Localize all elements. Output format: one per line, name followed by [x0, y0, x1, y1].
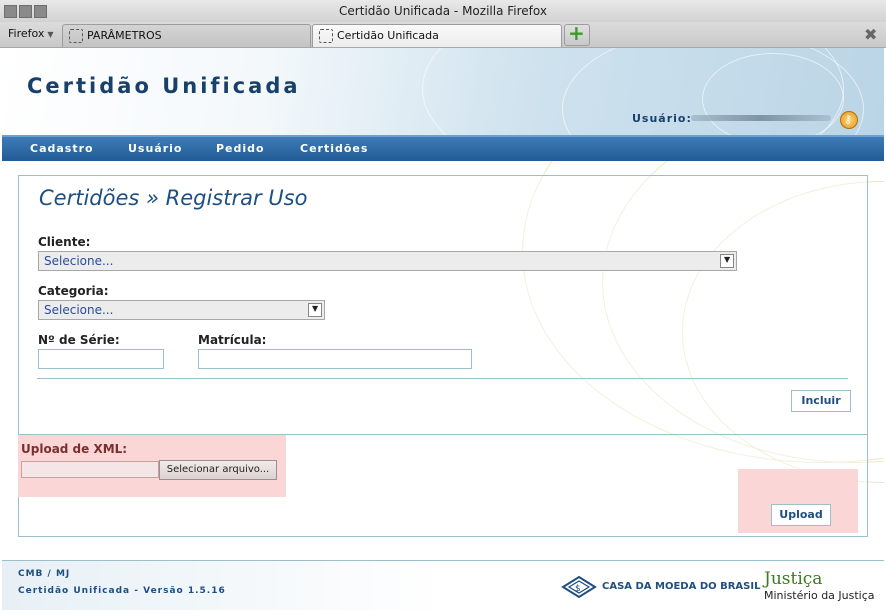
matricula-label: Matrícula: — [198, 333, 267, 347]
cmb-logo-icon: $ — [561, 575, 597, 599]
firefox-menu-button[interactable]: Firefox ▼ — [2, 24, 60, 44]
justica-logo-text: Justiça — [764, 569, 823, 589]
incluir-button[interactable]: Incluir — [791, 390, 851, 412]
upload-button[interactable]: Upload — [771, 504, 831, 526]
footer-org: CMB / MJ — [18, 569, 71, 579]
username-redacted — [691, 115, 831, 121]
plus-icon: + — [568, 21, 585, 45]
decor-wave — [702, 53, 844, 135]
nav-item-certidoes[interactable]: Certidões — [300, 142, 368, 155]
cliente-select[interactable]: Selecione... ▼ — [38, 251, 737, 271]
cliente-label: Cliente: — [38, 235, 91, 249]
nav-item-cadastro[interactable]: Cadastro — [30, 142, 94, 155]
file-path-input[interactable] — [21, 461, 159, 478]
new-tab-button[interactable]: + — [564, 21, 590, 46]
key-icon[interactable]: ⚷ — [840, 111, 858, 129]
nav-item-pedido[interactable]: Pedido — [216, 142, 265, 155]
cmb-name: CASA DA MOEDA DO BRASIL — [602, 581, 761, 592]
dropdown-arrow-icon: ▼ — [308, 303, 322, 317]
footer-version: Certidão Unificada - Versão 1.5.16 — [18, 586, 226, 596]
svg-text:$: $ — [575, 584, 581, 594]
main-nav: Cadastro Usuário Pedido Certidões — [2, 135, 884, 162]
site-title: Certidão Unificada — [27, 74, 301, 98]
matricula-input[interactable] — [198, 349, 472, 369]
tab-certidao-unificada[interactable]: Certidão Unificada — [312, 24, 562, 47]
window-titlebar: Certidão Unificada - Mozilla Firefox — [0, 0, 886, 23]
site-footer: CMB / MJ Certidão Unificada - Versão 1.5… — [2, 560, 884, 610]
nav-item-usuario[interactable]: Usuário — [128, 142, 183, 155]
window-title: Certidão Unificada - Mozilla Firefox — [339, 4, 547, 18]
serie-input[interactable] — [38, 349, 164, 369]
serie-label: Nº de Série: — [38, 333, 120, 347]
tab-label: Certidão Unificada — [337, 29, 439, 42]
page-icon — [319, 29, 333, 43]
firefox-menu-label: Firefox — [8, 27, 45, 40]
categoria-selected-value: Selecione... — [44, 303, 114, 317]
ministerio-text: Ministério da Justiça — [764, 589, 875, 602]
page-title: Certidões » Registrar Uso — [39, 186, 308, 210]
categoria-label: Categoria: — [38, 284, 109, 298]
browser-tabbar: Firefox ▼ PARÂMETROS Certidão Unificada +… — [0, 21, 886, 48]
tab-label: PARÂMETROS — [87, 29, 162, 42]
tab-parametros[interactable]: PARÂMETROS — [62, 24, 311, 47]
site-header: Certidão Unificada Usuário: ⚷ — [2, 48, 884, 135]
upload-xml-label: Upload de XML: — [21, 442, 128, 456]
divider — [37, 378, 848, 379]
page-icon — [69, 29, 83, 43]
cliente-selected-value: Selecione... — [44, 254, 114, 268]
dropdown-arrow-icon: ▼ — [720, 254, 734, 268]
select-file-button[interactable]: Selecionar arquivo... — [159, 460, 277, 480]
page-content: Certidões » Registrar Uso Cliente: Selec… — [2, 161, 884, 558]
user-label: Usuário: — [632, 112, 692, 125]
chevron-down-icon: ▼ — [47, 30, 54, 39]
categoria-select[interactable]: Selecione... ▼ — [38, 300, 325, 320]
close-icon[interactable]: ✖ — [864, 25, 877, 44]
